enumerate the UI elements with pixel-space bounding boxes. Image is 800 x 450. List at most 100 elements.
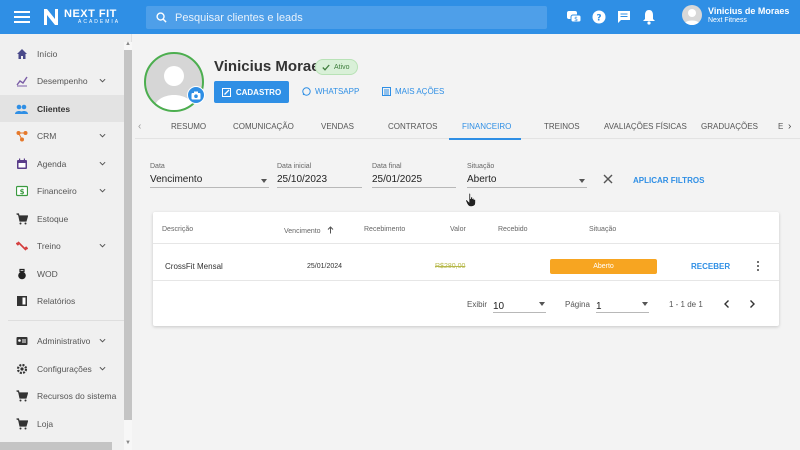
tab-truncated[interactable]: E [778, 122, 783, 131]
active-tab-indicator [449, 138, 521, 140]
tab-financeiro[interactable]: FINANCEIRO [462, 122, 511, 131]
chevron-down-icon [99, 338, 106, 343]
cadastro-button[interactable]: CADASTRO [214, 81, 289, 103]
chevron-down-icon [99, 366, 106, 371]
help-icon[interactable]: ? [590, 8, 608, 26]
sidebar-item-crm[interactable]: CRM [0, 122, 124, 149]
search-bar[interactable] [146, 6, 547, 29]
sidebar-item-financeiro[interactable]: $ Financeiro [0, 177, 124, 204]
sidebar-scrollbar[interactable]: ▲ ▼ [124, 41, 132, 450]
column-header-recebimento[interactable]: Recebimento [364, 226, 405, 233]
kettlebell-icon [15, 267, 28, 280]
sidebar-item-agenda[interactable]: Agenda [0, 150, 124, 177]
close-icon[interactable] [603, 174, 613, 184]
apply-filters-button[interactable]: APLICAR FILTROS [633, 176, 704, 185]
top-bar: NEXT FIT ACADEMIA $ ? Vinicius de Moraes… [0, 0, 800, 34]
column-header-valor[interactable]: Valor [450, 226, 466, 233]
cart-icon [15, 389, 28, 402]
filter-situacao-label: Situação [467, 163, 495, 170]
filter-data-value: Vencimento [150, 174, 203, 185]
tab-scroll-right-icon[interactable]: › [788, 121, 791, 132]
sidebar-item-treino[interactable]: Treino [0, 232, 124, 259]
tab-comunicacao[interactable]: COMUNICAÇÃO [233, 122, 294, 131]
search-icon [156, 12, 167, 23]
chevron-down-icon [99, 133, 106, 138]
sidebar-item-clientes[interactable]: Clientes [0, 95, 124, 122]
logo[interactable]: NEXT FIT ACADEMIA [42, 7, 120, 27]
sidebar-item-label: Treino [37, 240, 61, 251]
user-name: Vinicius de Moraes [708, 6, 790, 16]
sidebar-item-wod[interactable]: WOD [0, 260, 124, 287]
sidebar-item-configuracoes[interactable]: Configurações [0, 355, 124, 382]
sidebar: Início Desempenho Clientes CRM Agenda $ … [0, 34, 132, 450]
column-header-recebido[interactable]: Recebido [498, 226, 528, 233]
sidebar-item-label: Clientes [37, 103, 71, 114]
tab-contratos[interactable]: CONTRATOS [388, 122, 437, 131]
chevron-down-icon [99, 161, 106, 166]
column-header-situacao[interactable]: Situação [589, 226, 616, 233]
caret-down-icon [261, 179, 267, 183]
divider [153, 280, 779, 281]
mais-acoes-button[interactable]: MAIS AÇÕES [382, 87, 444, 96]
horizontal-scrollbar-thumb[interactable] [0, 442, 112, 450]
page-size-select[interactable]: 10 [493, 296, 546, 314]
whatsapp-label: WHATSAPP [315, 87, 360, 96]
calendar-icon [15, 157, 28, 170]
user-menu[interactable]: Vinicius de Moraes Next Fitness [682, 5, 789, 25]
filter-data-inicial-label: Data inicial [277, 163, 312, 170]
bell-icon[interactable] [640, 8, 658, 26]
column-header-vencimento[interactable]: Vencimento [284, 226, 334, 235]
sidebar-item-loja[interactable]: Loja [0, 410, 124, 437]
receber-button[interactable]: RECEBER [691, 262, 730, 271]
whatsapp-button[interactable]: WHATSAPP [302, 87, 359, 96]
id-card-icon [15, 334, 28, 347]
scroll-up-icon[interactable]: ▲ [125, 41, 131, 47]
sidebar-item-desempenho[interactable]: Desempenho [0, 67, 124, 94]
more-options-icon[interactable] [755, 261, 761, 273]
sidebar-item-label: WOD [37, 268, 58, 279]
sidebar-item-administrativo[interactable]: Administrativo [0, 327, 124, 354]
tab-treinos[interactable]: TREINOS [544, 122, 580, 131]
sidebar-item-label: Recursos do sistema [37, 390, 117, 401]
tab-graduacoes[interactable]: GRADUAÇÕES [701, 122, 758, 131]
page-select[interactable]: 1 [596, 296, 649, 314]
status-badge-label: Ativo [334, 63, 350, 71]
cell-descricao: CrossFit Mensal [165, 262, 223, 271]
chevron-down-icon [99, 243, 106, 248]
sidebar-item-recursos[interactable]: Recursos do sistema [0, 382, 124, 409]
filter-situacao-value: Aberto [467, 174, 497, 185]
filter-underline [150, 187, 269, 188]
message-icon[interactable] [615, 8, 633, 26]
menu-icon[interactable] [14, 11, 30, 23]
pagina-label: Página [565, 300, 590, 309]
sidebar-item-label: Financeiro [37, 185, 77, 196]
camera-icon[interactable] [187, 86, 205, 104]
tab-scroll-left-icon[interactable]: ‹ [138, 121, 141, 132]
sidebar-item-estoque[interactable]: Estoque [0, 205, 124, 232]
logo-text: NEXT FIT [64, 8, 117, 20]
filter-data-final[interactable]: Data final 25/01/2025 [372, 163, 456, 188]
column-header-descricao[interactable]: Descrição [162, 226, 193, 233]
filter-data-inicial[interactable]: Data inicial 25/10/2023 [277, 163, 362, 188]
filter-situacao[interactable]: Situação Aberto [467, 163, 587, 188]
cell-valor: R$280,00 [435, 263, 466, 270]
chevron-right-icon[interactable] [747, 299, 757, 309]
page-value: 1 [596, 301, 602, 312]
exibir-label: Exibir [467, 300, 488, 309]
tab-avaliacoes[interactable]: AVALIAÇÕES FÍSICAS [604, 122, 687, 131]
chat-bubbles-icon[interactable]: $ [565, 8, 583, 26]
home-icon [15, 47, 28, 60]
search-input[interactable] [175, 11, 535, 24]
list-icon [382, 87, 391, 96]
filter-data-final-label: Data final [372, 163, 402, 170]
tab-resumo[interactable]: RESUMO [171, 122, 206, 131]
chevron-left-icon[interactable] [722, 299, 732, 309]
tab-vendas[interactable]: VENDAS [321, 122, 354, 131]
scroll-down-icon[interactable]: ▼ [125, 440, 131, 446]
scrollbar-thumb[interactable] [124, 50, 132, 420]
sidebar-divider [8, 320, 124, 321]
sidebar-item-inicio[interactable]: Início [0, 40, 124, 67]
financial-table: Descrição Vencimento Recebimento Valor R… [153, 212, 779, 326]
filter-data[interactable]: Data Vencimento [150, 163, 269, 188]
sidebar-item-relatorios[interactable]: Relatórios [0, 287, 124, 314]
